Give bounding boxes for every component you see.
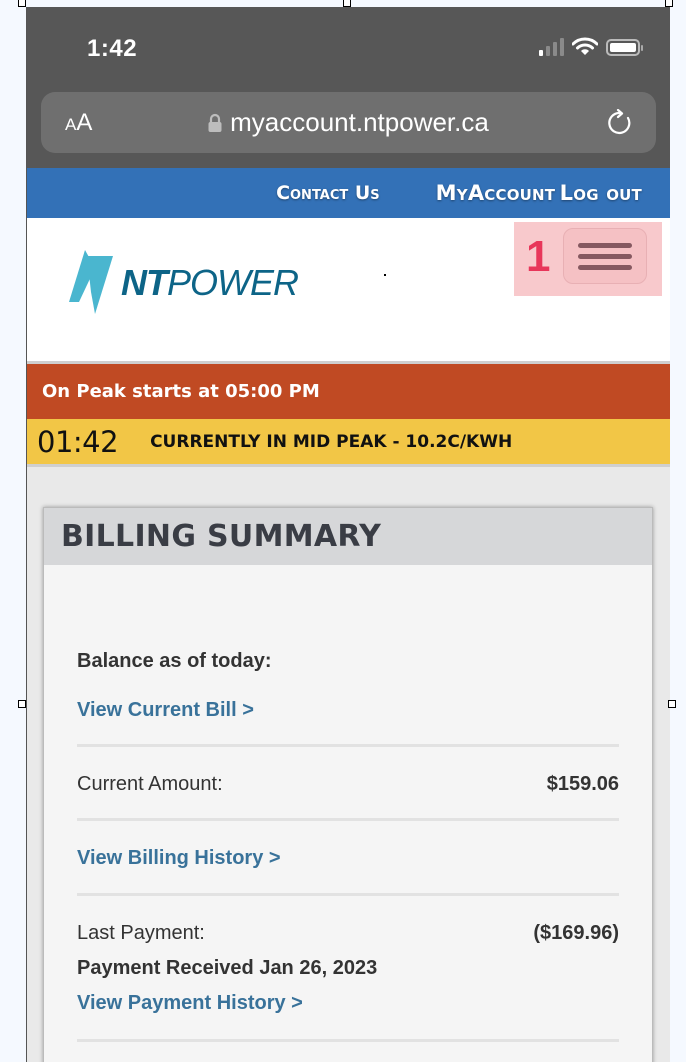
status-time: 1:42 xyxy=(87,35,138,62)
address-bar[interactable]: AA myaccount.ntpower.ca xyxy=(41,92,656,153)
current-rate-bar: 01:42 CURRENTLY IN MID PEAK - 10.2C/KWH xyxy=(27,419,670,467)
main-content: BILLING SUMMARY Balance as of today: Vie… xyxy=(27,467,670,1062)
logo-text: NTPOWER xyxy=(121,262,299,303)
divider xyxy=(77,893,619,896)
menu-highlight: 1 xyxy=(514,222,662,296)
status-icons xyxy=(539,37,643,57)
view-current-bill-link[interactable]: View Current Bill > xyxy=(77,699,254,722)
reload-icon[interactable] xyxy=(606,108,634,137)
view-billing-history-link[interactable]: View Billing History > xyxy=(77,847,281,870)
url-text[interactable]: myaccount.ntpower.ca xyxy=(230,107,489,138)
current-amount-value: $159.06 xyxy=(546,773,619,795)
current-amount-row: Current Amount: $159.06 xyxy=(77,773,619,796)
last-payment-value: ($169.96) xyxy=(533,922,619,944)
resize-handle-right-center[interactable] xyxy=(668,700,676,708)
last-payment-row: Last Payment: ($169.96) xyxy=(77,922,619,945)
hamburger-menu-button[interactable] xyxy=(563,228,647,284)
battery-icon xyxy=(606,38,643,56)
divider xyxy=(77,818,619,821)
current-rate-text: CURRENTLY IN MID PEAK - 10.2C/KWH xyxy=(150,431,513,452)
billing-summary-title: BILLING SUMMARY xyxy=(61,519,382,554)
myaccount-link[interactable]: MyAccount xyxy=(436,181,556,205)
hamburger-menu-icon xyxy=(578,242,632,248)
payment-received-text: Payment Received Jan 26, 2023 xyxy=(77,957,378,979)
stray-dot xyxy=(384,274,386,276)
cellular-signal-icon xyxy=(539,38,564,56)
balance-label: Balance as of today: xyxy=(77,650,272,672)
divider xyxy=(77,1039,619,1042)
site-header: NTPOWER 1 xyxy=(27,218,670,364)
lock-icon xyxy=(208,113,222,132)
divider xyxy=(77,744,619,747)
resize-handle-top-left[interactable] xyxy=(18,0,26,7)
logo-mark-icon xyxy=(69,250,113,314)
card-header: BILLING SUMMARY xyxy=(44,508,652,565)
current-amount-label: Current Amount: xyxy=(77,773,223,795)
annotation-badge: 1 xyxy=(526,232,551,281)
resize-handle-top-center[interactable] xyxy=(343,0,351,7)
phone-screen: 1:42 AA myaccount.ntpower.ca Contact Us … xyxy=(26,7,670,1062)
logout-link[interactable]: Log out xyxy=(560,181,642,205)
wifi-icon xyxy=(572,37,598,55)
top-nav: Contact Us MyAccount Log out xyxy=(27,168,670,218)
resize-handle-left-center[interactable] xyxy=(18,700,26,708)
peak-notice-bar: On Peak starts at 05:00 PM xyxy=(27,364,670,419)
rate-clock: 01:42 xyxy=(37,424,119,459)
ntpower-logo[interactable]: NTPOWER xyxy=(67,246,299,314)
peak-notice-text: On Peak starts at 05:00 PM xyxy=(42,381,320,402)
browser-chrome: 1:42 AA myaccount.ntpower.ca xyxy=(27,7,670,168)
contact-us-link[interactable]: Contact Us xyxy=(276,182,380,204)
view-payment-history-link[interactable]: View Payment History > xyxy=(77,992,303,1015)
billing-summary-card: BILLING SUMMARY Balance as of today: Vie… xyxy=(43,507,653,1062)
last-payment-label: Last Payment: xyxy=(77,922,205,944)
resize-handle-top-right[interactable] xyxy=(665,0,673,7)
